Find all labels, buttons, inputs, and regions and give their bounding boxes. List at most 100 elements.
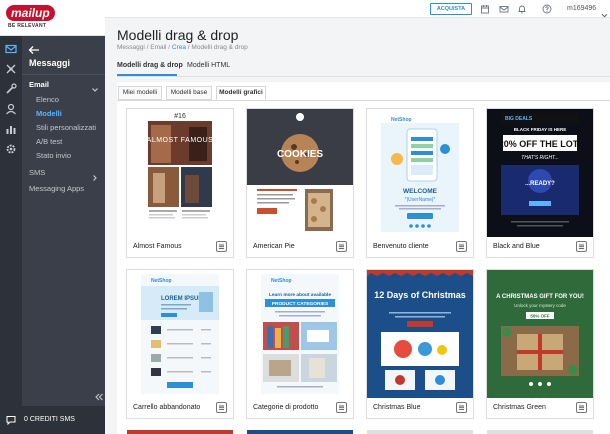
template-card-partial[interactable] <box>367 430 473 434</box>
template-name: Black and Blue <box>493 243 540 250</box>
tab-modelli-drag-drop[interactable]: Modelli drag & drop <box>117 62 183 69</box>
template-thumbnail[interactable]: 12 Days of Christmas <box>367 270 473 398</box>
sidebar-item-modelli[interactable]: Modelli <box>36 109 62 118</box>
template-preview-icon[interactable] <box>336 402 347 413</box>
thumb-line1: BLACK FRIDAY IS HERE <box>514 127 567 132</box>
template-preview-icon[interactable] <box>576 402 587 413</box>
logo-wordmark: mailup <box>6 5 55 21</box>
template-name: Categorie di prodotto <box>253 404 319 411</box>
template-name: Almost Famous <box>133 243 182 250</box>
template-card-categorie-di-prodotto[interactable]: NetShop Learn more about available PRODU… <box>246 269 354 419</box>
breadcrumb-link-crea[interactable]: Crea <box>172 44 186 51</box>
thumb-brand: BIG DEALS <box>505 116 533 122</box>
sms-credits-label: 0 CREDITI SMS <box>24 416 75 423</box>
thumb-brand: NetShop <box>391 117 412 123</box>
tabs-divider <box>117 76 610 77</box>
template-card-christmas-green[interactable]: A CHRISTMAS GIFT FOR YOU! Unlock your my… <box>486 269 594 419</box>
sidebar-group-sms[interactable]: SMS <box>29 168 45 177</box>
thumb-headline: Learn more about available <box>269 292 331 298</box>
sidebar-group-email[interactable]: Email <box>29 80 49 89</box>
subtab-modelli-base[interactable]: Modelli base <box>166 86 212 100</box>
subtabs-divider <box>117 100 610 101</box>
sidebar-item-stili-personalizzati[interactable]: Stili personalizzati <box>36 123 96 132</box>
buy-button[interactable]: ACQUISTA <box>430 3 472 15</box>
sidebar-menu: Messaggi Email Elenco Modelli Stili pers… <box>22 36 105 434</box>
template-preview-icon[interactable] <box>576 241 587 252</box>
template-preview-icon[interactable] <box>216 402 227 413</box>
inbox-icon[interactable] <box>499 4 509 14</box>
template-card-partial[interactable] <box>247 430 353 434</box>
template-preview-icon[interactable] <box>456 402 467 413</box>
thumb-headline: WELCOME <box>403 188 438 195</box>
help-icon[interactable] <box>542 4 552 14</box>
chevron-down-icon[interactable] <box>91 81 99 92</box>
back-arrow-icon[interactable] <box>28 42 40 54</box>
settings-icon[interactable] <box>4 142 18 156</box>
sidebar-divider <box>22 74 105 75</box>
sidebar-item-elenco[interactable]: Elenco <box>36 95 59 104</box>
template-name: American Pie <box>253 243 295 250</box>
logo-tagline: BE RELEVANT <box>8 23 47 29</box>
template-card-benvenuto-cliente[interactable]: NetShop WELCOME *|UserName|* Benvenuto c… <box>366 108 474 258</box>
bell-icon[interactable] <box>517 4 527 14</box>
subtab-modelli-grafici[interactable]: Modelli grafici <box>216 86 266 100</box>
chevron-down-icon[interactable] <box>601 6 608 18</box>
breadcrumb-path: Messaggi / Email / <box>117 44 172 51</box>
sms-credits[interactable]: 0 CREDITI SMS <box>0 406 105 434</box>
template-name: Benvenuto cliente <box>373 243 429 250</box>
breadcrumb-current: / Modelli drag & drop <box>186 44 248 51</box>
template-thumbnail[interactable]: A CHRISTMAS GIFT FOR YOU! Unlock your my… <box>487 270 593 398</box>
thumb-brand: NetShop <box>151 278 172 284</box>
subtab-miei-modelli[interactable]: Miei modelli <box>118 86 162 100</box>
template-card-partial[interactable] <box>127 430 233 434</box>
thumb-code: 50% OFF <box>530 314 550 319</box>
collapse-sidebar-icon[interactable] <box>94 389 104 401</box>
automation-icon[interactable] <box>4 62 18 76</box>
template-preview-icon[interactable] <box>456 241 467 252</box>
template-card-american-pie[interactable]: COOKIES American Pie <box>246 108 354 258</box>
template-card-almost-famous[interactable]: #16 ALMOST FAMOUS Almost Famous <box>126 108 234 258</box>
sidebar-item-messaging-apps[interactable]: Messaging Apps <box>29 184 84 193</box>
thumb-number: #16 <box>174 113 186 120</box>
icon-rail <box>0 0 22 434</box>
thumb-ready: ...READY? <box>525 181 555 187</box>
thumb-headline: LOREM IPSUM <box>161 296 203 302</box>
template-preview-icon[interactable] <box>336 241 347 252</box>
top-bar: ACQUISTA m169496 <box>105 0 610 18</box>
chevron-right-icon[interactable] <box>91 169 99 181</box>
template-name: Carrello abbandonato <box>133 404 201 411</box>
template-card-black-and-blue[interactable]: BIG DEALS BLACK FRIDAY IS HERE 20% OFF T… <box>486 108 594 258</box>
tools-icon[interactable] <box>4 82 18 96</box>
template-thumbnail[interactable]: NetShop Learn more about available PRODU… <box>247 270 353 398</box>
thumb-headline: ALMOST FAMOUS <box>147 137 214 144</box>
sidebar-title: Messaggi <box>29 58 71 68</box>
template-card-christmas-blue[interactable]: 12 Days of Christmas Christmas Blue <box>366 269 474 419</box>
sidebar-item-ab-test[interactable]: A/B test <box>36 137 62 146</box>
chat-icon <box>6 415 16 426</box>
templates-panel: Miei modelli Modelli base Modelli grafic… <box>117 82 610 434</box>
sidebar-item-stato-invio[interactable]: Stato invio <box>36 151 71 160</box>
template-thumbnail[interactable]: #16 ALMOST FAMOUS <box>127 109 233 237</box>
template-thumbnail[interactable]: NetShop LOREM IPSUM <box>127 270 233 398</box>
template-thumbnail[interactable]: COOKIES <box>247 109 353 237</box>
tab-modelli-html[interactable]: Modelli HTML <box>187 62 230 69</box>
thumb-subtitle: PRODUCT CATEGORIES <box>272 301 329 307</box>
template-thumbnail[interactable]: BIG DEALS BLACK FRIDAY IS HERE 20% OFF T… <box>487 109 593 237</box>
thumb-big-offer: 20% OFF THE LOT! <box>499 139 582 149</box>
thumb-headline: A CHRISTMAS GIFT FOR YOU! <box>496 294 584 300</box>
calendar-icon[interactable] <box>480 4 490 14</box>
template-preview-icon[interactable] <box>216 241 227 252</box>
thumb-headline: COOKIES <box>277 149 323 160</box>
template-name: Christmas Blue <box>373 404 421 411</box>
email-icon[interactable] <box>4 42 18 56</box>
template-card-carrello-abbandonato[interactable]: NetShop LOREM IPSUM Carrello abbandonato <box>126 269 234 419</box>
template-name: Christmas Green <box>493 404 546 411</box>
mailup-logo[interactable]: mailup BE RELEVANT <box>0 0 105 36</box>
user-account[interactable]: m169496 <box>567 5 596 12</box>
template-thumbnail[interactable]: NetShop WELCOME *|UserName|* <box>367 109 473 237</box>
template-card-partial[interactable] <box>487 430 593 434</box>
thumb-line2: THAT'S RIGHT... <box>521 155 559 161</box>
contacts-icon[interactable] <box>4 102 18 116</box>
thumb-headline: 12 Days of Christmas <box>374 290 466 300</box>
reports-icon[interactable] <box>4 122 18 136</box>
